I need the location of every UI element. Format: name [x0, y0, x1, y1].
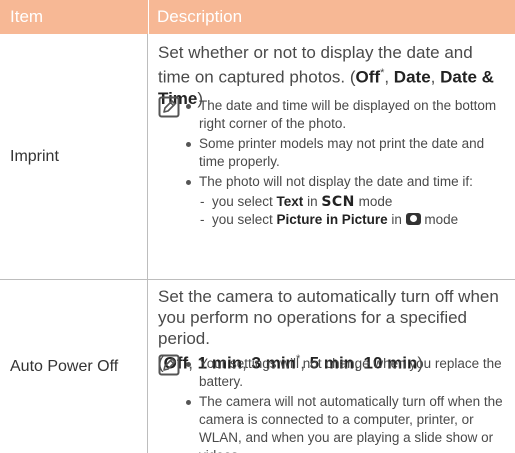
item-label: Imprint	[10, 147, 59, 165]
bullet-item: Some printer models may not print the da…	[184, 135, 504, 171]
description-cell: Set the camera to automatically turn off…	[148, 280, 515, 453]
default-marker: *	[380, 67, 385, 79]
table-row-auto-power-off: Auto Power Off Set the camera to automat…	[0, 280, 515, 453]
bullet-item: Your settings will not change when you r…	[184, 355, 504, 391]
bullet-item: The camera will not automatically turn o…	[184, 393, 504, 453]
option-date: Date	[393, 67, 431, 87]
header-item: Item	[0, 0, 148, 34]
item-cell: Imprint	[0, 34, 148, 279]
option-off: Off	[355, 67, 381, 87]
note-pencil-icon	[158, 354, 180, 376]
note-bullets: Your settings will not change when you r…	[184, 355, 504, 453]
manual-page: Item Description Imprint Set whether or …	[0, 0, 515, 453]
sub-item-text-scn: you select Text in SCN mode	[184, 193, 504, 211]
description-cell: Set whether or not to display the date a…	[148, 34, 515, 279]
bullet-item: The photo will not display the date and …	[184, 173, 504, 191]
bullet-item: The date and time will be displayed on t…	[184, 97, 504, 133]
table-row-imprint: Imprint Set whether or not to display th…	[0, 34, 515, 280]
item-cell: Auto Power Off	[0, 280, 148, 453]
sub-item-pip: you select Picture in Picture in mode	[184, 211, 504, 229]
scn-mode-label: SCN	[321, 194, 355, 210]
table-header: Item Description	[0, 0, 515, 34]
note-bullets: The date and time will be displayed on t…	[184, 97, 504, 229]
camera-mode-icon	[405, 213, 421, 225]
item-label: Auto Power Off	[10, 357, 119, 375]
header-description: Description	[148, 0, 515, 34]
note-pencil-icon	[158, 96, 180, 118]
